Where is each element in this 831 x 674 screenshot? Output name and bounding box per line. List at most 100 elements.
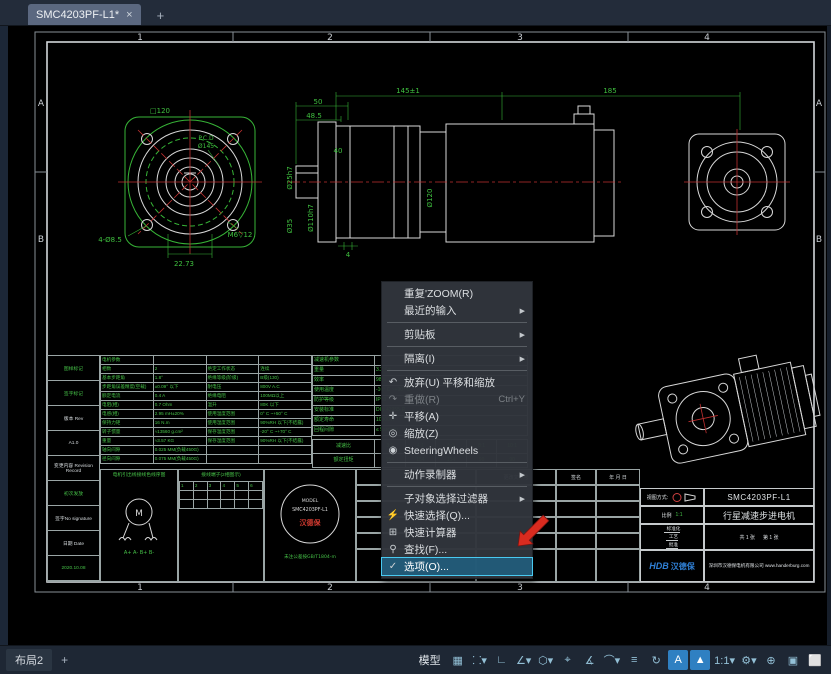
table-cell: 相数 [101, 365, 154, 374]
submenu-arrow-icon: ▶ [520, 331, 525, 339]
table-cell [193, 500, 207, 509]
menu-item-repeat-zoom[interactable]: 重复'ZOOM(R) [382, 285, 532, 302]
svg-text:B: B [816, 235, 822, 245]
part-number: SMC4203PF-L1 [704, 488, 814, 506]
svg-text:1: 1 [137, 33, 143, 43]
stamp-note: 未注公差按GB/T1804-m [284, 553, 336, 560]
table-cell: 使用湿度范围 [206, 419, 259, 428]
table-cell [207, 491, 221, 500]
menu-item-steeringwheels[interactable]: ◉ SteeringWheels [382, 442, 532, 459]
table-cell [206, 455, 259, 464]
menu-item-zoom[interactable]: ◎ 缩放(Z) [382, 425, 532, 442]
menu-shortcut: Ctrl+Y [498, 394, 525, 405]
dim-4: 4 [346, 251, 351, 259]
add-layout-button[interactable]: + [56, 651, 73, 669]
ortho-icon[interactable]: ∟ [492, 650, 512, 670]
menu-item-subobject-filter[interactable]: 子对象选择过滤器 ▶ [382, 490, 532, 507]
table-cell: 1.8° [153, 374, 206, 383]
revision-strip: 图样标记 签字标记 版本 Rev A1.0 变更内容 Revision Reco… [47, 355, 100, 582]
new-tab-button[interactable]: + [151, 6, 171, 25]
layout-tab[interactable]: 布局2 [6, 649, 52, 671]
table-cell: 连续 [259, 365, 312, 374]
menu-item-options[interactable]: ✓ 选项(O)... [382, 558, 532, 575]
object-snap-icon[interactable]: ⌒▾ [602, 650, 623, 670]
scale-label: 比例 [662, 512, 672, 519]
approval-row: 标准化 [664, 525, 681, 533]
table-cell: 绝缘等级(阶级) [206, 374, 259, 383]
calculator-icon: ⊞ [385, 527, 401, 538]
table-row: 基本步距角1.8°绝缘等级(阶级)B级(130) [101, 374, 312, 383]
dim-25h7: Ø25h7 [286, 166, 294, 189]
polar-tracking-icon[interactable]: ∠▾ [514, 650, 534, 670]
table-row: 相数2绝定工作状态连续 [101, 365, 312, 374]
table-cell: 绝缘电阻 [206, 392, 259, 401]
menu-item-quick-select[interactable]: ⚡ 快速选择(Q)... [382, 507, 532, 524]
find-icon: ⚲ [385, 544, 401, 555]
table-cell [153, 356, 206, 365]
table-cell: 基本步距角 [101, 374, 154, 383]
grid-icon[interactable]: ▦ [448, 650, 468, 670]
svg-text:A: A [816, 99, 823, 109]
menu-item-pan[interactable]: ✛ 平移(A) [382, 408, 532, 425]
table-cell: 使用温度范围 [206, 410, 259, 419]
menu-item-clipboard[interactable]: 剪贴板 ▶ [382, 326, 532, 343]
selection-cycling-icon[interactable]: ↻ [646, 650, 666, 670]
drawing-canvas[interactable]: 1 2 3 4 1 2 3 4 A B A B [0, 26, 831, 645]
annotation-scale-icon[interactable]: 1:1▾ [712, 650, 737, 670]
table-cell: 3 [207, 482, 221, 491]
workspace-gear-icon[interactable]: ⚙▾ [739, 650, 759, 670]
menu-item-recent-input[interactable]: 最近的输入 ▶ [382, 302, 532, 319]
table-cell [235, 491, 249, 500]
table-cell: 1 [180, 482, 194, 491]
rear-view [684, 129, 790, 235]
file-tab[interactable]: SMC4203PF-L1* × [28, 4, 141, 25]
dynamic-input-icon[interactable]: ⌖ [558, 650, 578, 670]
table-cell: 800V A.C [259, 383, 312, 392]
label-stamp-cell: MODEL SMC4203PF-L1 汉德保 未注公差按GB/T1804-m [264, 469, 356, 582]
annotation-visibility-icon[interactable]: A [668, 650, 688, 670]
table-cell: 额定扭矩 [313, 454, 375, 468]
table-row: 123456 [180, 482, 263, 491]
file-tab-title: SMC4203PF-L1* [36, 9, 119, 21]
revision-row: 签字标记 [48, 381, 99, 406]
table-row: 保持力矩16 N.m使用湿度范围90%RH 以下(不结露) [101, 419, 312, 428]
model-space-label[interactable]: 模型 [419, 652, 441, 668]
table-cell [259, 455, 312, 464]
options-icon: ✓ [385, 561, 401, 572]
quick-properties-icon[interactable]: ▣ [783, 650, 803, 670]
clean-screen-icon[interactable]: ⬜ [805, 650, 825, 670]
submenu-arrow-icon: ▶ [520, 471, 525, 479]
annotation-monitor-icon[interactable]: ⊕ [761, 650, 781, 670]
lineweight-icon[interactable]: ≡ [624, 650, 644, 670]
dim-145: 145±1 [396, 87, 420, 95]
snap-icon[interactable]: ⸬▾ [470, 650, 490, 670]
svg-text:M: M [135, 509, 143, 519]
table-cell: 防护等级 [313, 396, 375, 406]
table-cell [221, 500, 235, 509]
table-cell: 保存湿度范围 [206, 437, 259, 446]
table-cell: 保持力矩 [101, 419, 154, 428]
table-cell: 减速比 [313, 440, 375, 454]
table-row: 步距角误差精度(空载)±0.09° 以下耐电压800V A.C [101, 383, 312, 392]
table-cell: 重量 [101, 437, 154, 446]
table-cell: 0.4 A [153, 392, 206, 401]
menu-item-redo[interactable]: ↷ 重做(R) Ctrl+Y [382, 391, 532, 408]
side-view: 50 48.5 40 145±1 185 4 Ø25h7 Ø35 Ø110h7 … [286, 87, 740, 259]
menu-item-find[interactable]: ⚲ 查找(F)... [382, 541, 532, 558]
autoscale-icon[interactable]: ▲ [690, 650, 710, 670]
company-logo: HDB [649, 561, 669, 571]
table-row: 额定电流0.4 A绝缘电阻100MΩ以上 [101, 392, 312, 401]
svg-text:A: A [38, 99, 45, 109]
company-logo-text: 汉德保 [671, 561, 695, 572]
wiring-diagram-cell: 电机引出线接线色线序图 M A+ A- B+ B- [100, 469, 178, 582]
menu-item-action-recorder[interactable]: 动作录制器 ▶ [382, 466, 532, 483]
isodraft-icon[interactable]: ⬡▾ [536, 650, 556, 670]
menu-item-quick-calculator[interactable]: ⊞ 快速计算器 [382, 524, 532, 541]
pan-icon: ✛ [385, 411, 401, 422]
table-row: 电感(相)2.95 mH±20%使用温度范围0° C ~+50° C [101, 410, 312, 419]
menu-item-isolate[interactable]: 隔离(I) ▶ [382, 350, 532, 367]
menu-item-undo[interactable]: ↶ 放弃(U) 平移和缩放 [382, 374, 532, 391]
table-cell: 使用温度 [313, 386, 375, 396]
tab-close-icon[interactable]: × [126, 9, 132, 21]
osnap-tracking-icon[interactable]: ∡ [580, 650, 600, 670]
